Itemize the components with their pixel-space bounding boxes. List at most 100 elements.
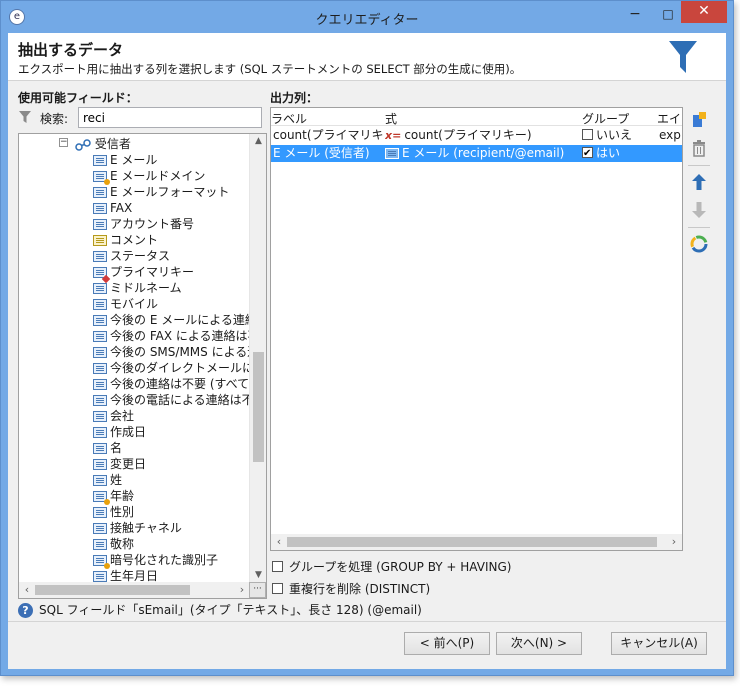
output-columns-label: 出力列： bbox=[270, 91, 319, 105]
page-description: エクスポート用に抽出する列を選択します (SQL ステートメントの SELECT… bbox=[18, 62, 522, 76]
tree-item-label: 今後の連絡は不要 (すべての bbox=[110, 377, 262, 391]
scroll-thumb[interactable] bbox=[35, 585, 190, 595]
tree-item[interactable]: 会社 bbox=[93, 408, 134, 424]
collapse-icon[interactable]: − bbox=[59, 138, 68, 147]
column-header-alias[interactable]: エイリ bbox=[657, 110, 682, 127]
tree-item-label: E メールドメイン bbox=[110, 169, 206, 183]
tree-item[interactable]: 今後の FAX による連絡は不 bbox=[93, 328, 260, 344]
toolbar-divider bbox=[688, 165, 710, 166]
tree-item-label: 性別 bbox=[110, 505, 135, 519]
add-column-icon bbox=[693, 112, 706, 127]
delete-button[interactable] bbox=[688, 137, 710, 159]
tree-item[interactable]: 今後の連絡は不要 (すべての bbox=[93, 376, 261, 392]
group-by-option[interactable]: グループを処理 (GROUP BY + HAVING) bbox=[272, 558, 511, 575]
field-icon bbox=[93, 315, 107, 326]
tree-item-label: E メール bbox=[110, 153, 158, 167]
computed-field-icon bbox=[93, 491, 110, 505]
move-up-button[interactable] bbox=[688, 171, 710, 193]
tree-item[interactable]: E メールドメイン bbox=[93, 168, 206, 185]
tree-item[interactable]: 年齢 bbox=[93, 488, 135, 505]
tree-item[interactable]: モバイル bbox=[93, 296, 158, 312]
scroll-up-icon[interactable]: ▲ bbox=[250, 134, 266, 149]
distinct-option[interactable]: 重複行を削除 (DISTINCT) bbox=[272, 580, 430, 597]
title-bar[interactable]: e クエリエディター − □ ✕ bbox=[1, 1, 733, 33]
cancel-button[interactable]: キャンセル(A) bbox=[611, 632, 707, 655]
tree-vertical-scrollbar[interactable]: ▲ ▼ bbox=[249, 134, 266, 583]
cell-group: はい bbox=[596, 146, 621, 160]
close-button[interactable]: ✕ bbox=[681, 1, 727, 23]
tree-item[interactable]: 作成日 bbox=[93, 424, 146, 440]
tree-item[interactable]: ステータス bbox=[93, 248, 170, 264]
field-icon bbox=[93, 187, 107, 198]
minimize-button[interactable]: − bbox=[619, 3, 651, 27]
tree-item[interactable]: プライマリキー bbox=[93, 264, 194, 284]
scroll-left-icon[interactable]: ‹ bbox=[19, 582, 35, 598]
next-button[interactable]: 次へ(N) > bbox=[496, 632, 582, 655]
tree-item[interactable]: アカウント番号 bbox=[93, 216, 194, 232]
trash-icon bbox=[693, 140, 705, 157]
group-checkbox[interactable] bbox=[582, 129, 593, 140]
tree-item-label: 生年月日 bbox=[110, 569, 159, 583]
tree-item-label: 接触チャネル bbox=[110, 521, 182, 535]
add-column-button[interactable] bbox=[688, 109, 710, 131]
tree-item-label: 変更日 bbox=[110, 457, 147, 471]
tree-item-label: 今後の E メールによる連絡は bbox=[110, 313, 267, 327]
group-by-checkbox[interactable] bbox=[272, 561, 283, 572]
maximize-button[interactable]: □ bbox=[652, 3, 684, 27]
output-columns-grid[interactable]: ラベル 式 グループ エイリ count(プライマリキー) x=count(プラ… bbox=[270, 107, 683, 551]
grid-horizontal-scrollbar[interactable]: ‹ › bbox=[271, 534, 682, 550]
grid-row[interactable]: count(プライマリキー) x=count(プライマリキー) いいえ exp bbox=[271, 127, 682, 144]
tree-item-label: 年齢 bbox=[110, 489, 135, 503]
cell-expression: count(プライマリキー) bbox=[404, 128, 532, 142]
scroll-thumb[interactable] bbox=[287, 537, 657, 547]
group-checkbox-checked[interactable] bbox=[582, 145, 593, 162]
distinct-checkbox[interactable] bbox=[272, 583, 283, 594]
search-label: 検索: bbox=[40, 112, 69, 126]
field-icon bbox=[93, 523, 107, 534]
distribution-button[interactable] bbox=[688, 233, 710, 255]
back-button[interactable]: < 前へ(P) bbox=[404, 632, 490, 655]
tree-item[interactable]: 性別 bbox=[93, 504, 134, 520]
field-icon bbox=[93, 395, 107, 406]
tree-item[interactable]: E メール bbox=[93, 152, 157, 168]
tree-item[interactable]: 姓 bbox=[93, 472, 122, 488]
grid-row-selected[interactable]: E メール (受信者) E メール (recipient/@email) はい bbox=[271, 145, 682, 162]
scroll-right-icon[interactable]: › bbox=[234, 582, 250, 598]
filter-icon[interactable] bbox=[18, 110, 32, 124]
search-input[interactable] bbox=[78, 107, 262, 128]
cell-label: count(プライマリキー) bbox=[273, 128, 383, 142]
tree-item[interactable]: ミドルネーム bbox=[93, 280, 182, 296]
tree-item[interactable]: 敬称 bbox=[93, 536, 134, 552]
column-header-expression[interactable]: 式 bbox=[385, 110, 397, 127]
column-header-label[interactable]: ラベル bbox=[271, 110, 307, 127]
tree-item[interactable]: E メールフォーマット bbox=[93, 184, 229, 200]
scroll-thumb[interactable] bbox=[253, 352, 264, 462]
available-fields-label: 使用可能フィールド： bbox=[18, 91, 138, 105]
tree-item[interactable]: 接触チャネル bbox=[93, 520, 182, 536]
tree-item[interactable]: 今後の SMS/MMS による連 bbox=[93, 344, 259, 360]
tree-item[interactable]: FAX bbox=[93, 200, 132, 216]
scroll-left-icon[interactable]: ‹ bbox=[271, 534, 287, 550]
tree-item[interactable]: 今後のダイレクトメールによる連 bbox=[93, 360, 266, 376]
field-icon bbox=[93, 155, 107, 166]
tree-item[interactable]: 名 bbox=[93, 440, 122, 456]
field-icon bbox=[93, 411, 107, 422]
tree-item[interactable]: 暗号化された識別子 bbox=[93, 552, 218, 569]
field-tree[interactable]: − 受信者 E メール E メールドメイン E メールフォーマット FAX アカウント番… bbox=[18, 133, 267, 599]
move-down-button[interactable] bbox=[688, 199, 710, 221]
tree-item[interactable]: 今後の電話による連絡は不要 bbox=[93, 392, 266, 408]
tree-node-recipient[interactable]: − 受信者 bbox=[19, 136, 249, 152]
tree-item[interactable]: 変更日 bbox=[93, 456, 146, 472]
field-icon bbox=[93, 443, 107, 454]
status-bar: ? SQL フィールド「sEmail」(タイプ「テキスト」、長さ 128) (@e… bbox=[18, 601, 422, 618]
tree-item[interactable]: コメント bbox=[93, 232, 158, 248]
tree-item[interactable]: 今後の E メールによる連絡は bbox=[93, 312, 267, 328]
column-header-group[interactable]: グループ bbox=[582, 110, 629, 127]
field-icon bbox=[93, 379, 107, 390]
tree-root-label: 受信者 bbox=[94, 137, 131, 151]
scroll-down-icon[interactable]: ▼ bbox=[250, 568, 266, 583]
more-options-button[interactable]: ··· bbox=[249, 582, 266, 598]
scroll-right-icon[interactable]: › bbox=[666, 534, 682, 550]
tree-item-label: ミドルネーム bbox=[110, 281, 182, 295]
tree-horizontal-scrollbar[interactable]: ‹ › bbox=[19, 582, 250, 598]
